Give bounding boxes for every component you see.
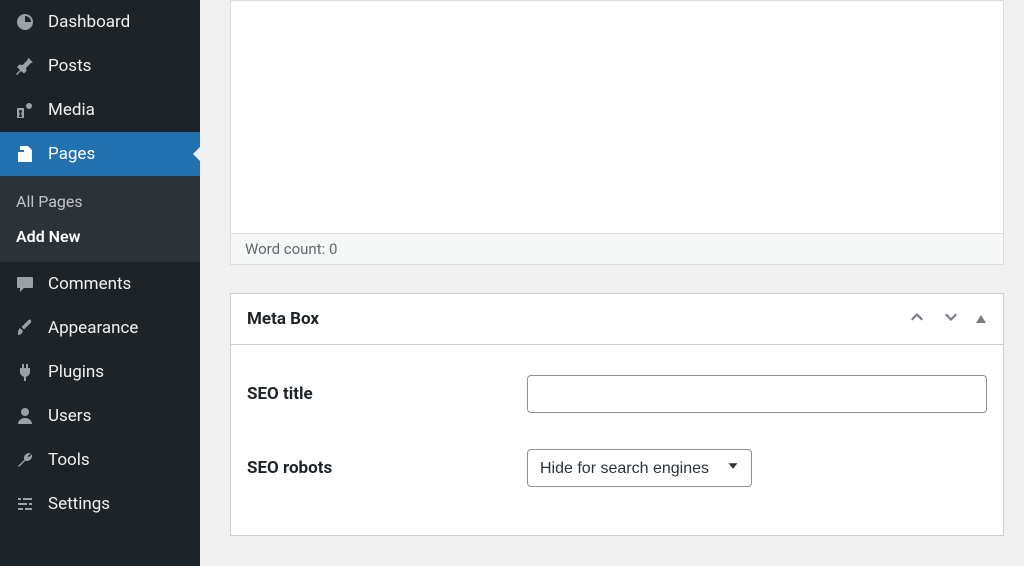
metabox-header: Meta Box [231, 294, 1003, 345]
pages-icon [14, 143, 36, 165]
word-count: Word count: 0 [231, 233, 1003, 264]
sidebar-item-label: Tools [48, 450, 90, 470]
sidebar-item-dashboard[interactable]: Dashboard [0, 0, 200, 44]
metabox-actions [907, 307, 987, 331]
move-up-icon[interactable] [907, 307, 927, 331]
sidebar-item-label: Plugins [48, 362, 104, 382]
user-icon [14, 405, 36, 427]
sidebar-item-posts[interactable]: Posts [0, 44, 200, 88]
wrench-icon [14, 449, 36, 471]
admin-sidebar: Dashboard Posts Media Pages All Pages Ad… [0, 0, 200, 566]
pin-icon [14, 55, 36, 77]
comments-icon [14, 273, 36, 295]
sidebar-item-label: Settings [48, 494, 110, 514]
sidebar-item-tools[interactable]: Tools [0, 438, 200, 482]
seo-robots-label: SEO robots [247, 458, 527, 478]
sidebar-item-plugins[interactable]: Plugins [0, 350, 200, 394]
sidebar-item-label: Appearance [48, 318, 138, 338]
sidebar-item-appearance[interactable]: Appearance [0, 306, 200, 350]
sidebar-item-label: Users [48, 406, 91, 426]
sidebar-item-label: Dashboard [48, 12, 130, 32]
submenu-item-all-pages[interactable]: All Pages [0, 184, 200, 219]
field-seo-robots: SEO robots Hide for search engines [247, 431, 987, 505]
seo-title-input[interactable] [527, 375, 987, 413]
metabox-panel: Meta Box SEO title SE [230, 293, 1004, 536]
sidebar-item-pages[interactable]: Pages [0, 132, 200, 176]
brush-icon [14, 317, 36, 339]
sliders-icon [14, 493, 36, 515]
sidebar-item-label: Media [48, 100, 95, 120]
toggle-icon[interactable] [975, 310, 987, 329]
seo-robots-select[interactable]: Hide for search engines [527, 449, 752, 487]
sidebar-item-settings[interactable]: Settings [0, 482, 200, 526]
sidebar-item-label: Pages [48, 144, 95, 164]
main-content: Word count: 0 Meta Box SEO title [200, 0, 1024, 566]
field-seo-title: SEO title [247, 357, 987, 431]
plug-icon [14, 361, 36, 383]
sidebar-item-media[interactable]: Media [0, 88, 200, 132]
editor-box: Word count: 0 [230, 0, 1004, 265]
sidebar-item-label: Posts [48, 56, 91, 76]
move-down-icon[interactable] [941, 307, 961, 331]
editor-textarea[interactable] [231, 1, 1003, 233]
sidebar-submenu-pages: All Pages Add New [0, 176, 200, 262]
submenu-item-add-new[interactable]: Add New [0, 219, 200, 254]
seo-title-label: SEO title [247, 384, 527, 404]
dashboard-icon [14, 11, 36, 33]
metabox-body: SEO title SEO robots Hide for search eng… [231, 345, 1003, 535]
metabox-title: Meta Box [247, 309, 319, 329]
sidebar-item-label: Comments [48, 274, 131, 294]
media-icon [14, 99, 36, 121]
sidebar-item-comments[interactable]: Comments [0, 262, 200, 306]
sidebar-item-users[interactable]: Users [0, 394, 200, 438]
